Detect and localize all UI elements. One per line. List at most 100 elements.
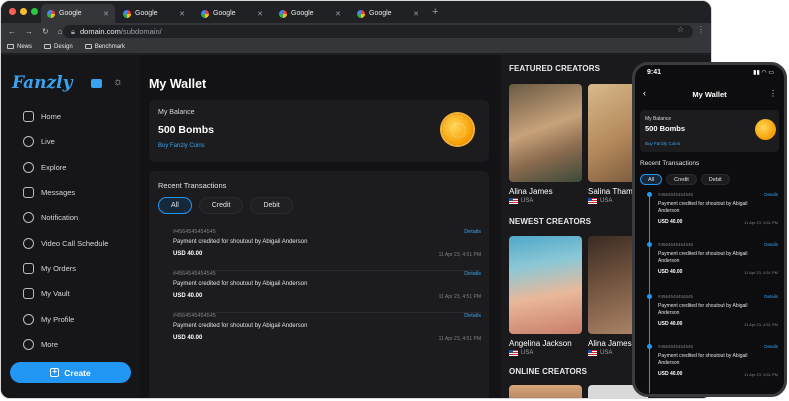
sidebar-item-video-call-schedule[interactable]: Video Call Schedule — [23, 230, 133, 255]
balance-value: 500 Bombs — [158, 124, 215, 136]
sidebar-item-more[interactable]: More — [23, 332, 133, 357]
transaction-id: #4564545454545 — [658, 344, 694, 349]
creator-card[interactable]: Alina James USA — [509, 84, 582, 204]
sidebar-item-messages[interactable]: Messages — [23, 180, 133, 205]
tab-bar: Google ✕ Google ✕ Google ✕ Google ✕ Goog… — [1, 1, 711, 23]
details-link[interactable]: Details — [464, 313, 481, 319]
bookmark-design[interactable]: Design — [44, 44, 73, 50]
transaction-description: Payment credited for shoutout by Abigail… — [173, 323, 308, 329]
user-icon — [23, 313, 34, 325]
phone-balance-card: My Balance 500 Bombs Buy Fanzly Coins — [640, 110, 779, 152]
messages-icon — [23, 187, 34, 199]
close-tab-icon[interactable]: ✕ — [335, 10, 341, 18]
back-arrow-icon[interactable]: ← — [8, 27, 16, 36]
sidebar-item-home[interactable]: Home — [23, 104, 133, 129]
filter-all[interactable]: All — [158, 197, 192, 214]
url-field[interactable]: 🔒︎ domain.com/subdomain/ — [63, 25, 693, 38]
bookmark-news[interactable]: News — [7, 44, 32, 50]
transaction-row: #4564545454545 Details Payment credited … — [173, 229, 481, 271]
kebab-menu-icon[interactable]: ⋮ — [697, 25, 705, 34]
country-label: USA — [521, 350, 534, 356]
transaction-description: Payment credited for shoutout by Abigail… — [173, 239, 308, 245]
star-icon[interactable]: ☆ — [677, 25, 684, 34]
kebab-menu-icon[interactable]: ⋮ — [769, 89, 777, 98]
transaction-amount: USD 40.00 — [173, 293, 203, 299]
transaction-amount: USD 40.00 — [173, 251, 203, 257]
create-label: Create — [64, 367, 91, 378]
fanzly-app: Fanzly ☼ Home Live Explore Messages Noti… — [1, 55, 711, 398]
details-link[interactable]: Details — [464, 271, 481, 277]
buy-coins-link[interactable]: Buy Fanzly Coins — [158, 143, 205, 149]
transaction-id: #4564545454545 — [173, 229, 216, 235]
transaction-id: #4564545454545 — [658, 192, 694, 197]
buy-coins-link[interactable]: Buy Fanzly Coins — [645, 141, 680, 146]
browser-tab[interactable]: Google ✕ — [195, 4, 269, 23]
transactions-card: Recent Transactions All Credit Debit #45… — [149, 171, 489, 398]
brand-logo[interactable]: Fanzly — [12, 73, 73, 93]
bookmark-label: Design — [54, 43, 73, 50]
create-button[interactable]: + Create — [10, 362, 131, 383]
status-time: 9:41 — [647, 69, 662, 76]
sidebar-item-my-profile[interactable]: My Profile — [23, 306, 133, 331]
close-tab-icon[interactable]: ✕ — [257, 10, 263, 18]
new-tab-plus-icon[interactable]: + — [432, 6, 438, 18]
maximize-window-button[interactable] — [31, 8, 38, 15]
close-tab-icon[interactable]: ✕ — [413, 10, 419, 18]
filter-debit[interactable]: Debit — [700, 174, 730, 185]
creator-photo — [509, 236, 582, 334]
filter-all[interactable]: All — [640, 174, 663, 185]
close-tab-icon[interactable]: ✕ — [103, 10, 109, 18]
creator-photo[interactable] — [509, 385, 582, 398]
transaction-row: #4564545454545 Details Payment credited … — [173, 271, 481, 313]
details-link[interactable]: Details — [764, 344, 778, 349]
phone-mockup: 9:41 ▮▮ ◠ ▭ ‹ My Wallet ⋮ My Balance 500… — [632, 62, 787, 397]
wallet-icon[interactable] — [91, 79, 102, 88]
sidebar-item-explore[interactable]: Explore — [23, 155, 133, 180]
sidebar-item-label: Live — [41, 137, 55, 147]
tab-label: Google — [291, 10, 314, 17]
timeline-dot — [647, 192, 652, 197]
online-creators-heading: ONLINE CREATORS — [509, 367, 588, 376]
transactions-title: Recent Transactions — [640, 160, 700, 167]
balance-label: My Balance — [158, 109, 195, 116]
filter-credit[interactable]: Credit — [666, 174, 697, 185]
details-link[interactable]: Details — [764, 192, 778, 197]
tab-label: Google — [135, 10, 158, 17]
transaction-filters: All Credit Debit — [640, 174, 730, 185]
bookmark-benchmark[interactable]: Benchmark — [84, 44, 125, 50]
video-call-icon — [23, 237, 34, 249]
sidebar-item-notification[interactable]: Notification — [23, 205, 133, 230]
close-window-button[interactable] — [9, 8, 16, 15]
google-favicon-icon — [201, 9, 209, 18]
sun-icon[interactable]: ☼ — [113, 76, 123, 88]
browser-window: Google ✕ Google ✕ Google ✕ Google ✕ Goog… — [0, 0, 712, 399]
browser-tab[interactable]: Google ✕ — [41, 4, 115, 23]
sidebar-item-label: Video Call Schedule — [41, 238, 109, 248]
filter-debit[interactable]: Debit — [250, 197, 293, 214]
reload-icon[interactable]: ↻ — [42, 27, 49, 36]
tab-label: Google — [213, 10, 236, 17]
sidebar-item-my-orders[interactable]: My Orders — [23, 256, 133, 281]
close-tab-icon[interactable]: ✕ — [179, 10, 185, 18]
sidebar-item-label: Messages — [41, 188, 76, 198]
transaction-id: #4564545454545 — [658, 294, 694, 299]
timeline-line — [649, 193, 650, 393]
sidebar-item-live[interactable]: Live — [23, 129, 133, 154]
browser-tab[interactable]: Google ✕ — [273, 4, 347, 23]
creator-card[interactable]: Angelina Jackson USA — [509, 236, 582, 356]
usa-flag-icon — [588, 198, 597, 204]
forward-arrow-icon[interactable]: → — [25, 27, 33, 36]
browser-tab[interactable]: Google ✕ — [351, 4, 425, 23]
details-link[interactable]: Details — [764, 242, 778, 247]
details-link[interactable]: Details — [764, 294, 778, 299]
home-icon[interactable]: ⌂ — [58, 27, 63, 36]
sidebar-item-my-vault[interactable]: My Vault — [23, 281, 133, 306]
browser-tab[interactable]: Google ✕ — [117, 4, 191, 23]
minimize-window-button[interactable] — [20, 8, 27, 15]
filter-credit[interactable]: Credit — [198, 197, 244, 214]
coin-icon — [755, 119, 776, 140]
google-favicon-icon — [279, 9, 287, 18]
url-host: domain.com — [80, 27, 121, 36]
details-link[interactable]: Details — [464, 229, 481, 235]
transaction-row: #4564545454545 Details Payment credited … — [647, 344, 778, 394]
